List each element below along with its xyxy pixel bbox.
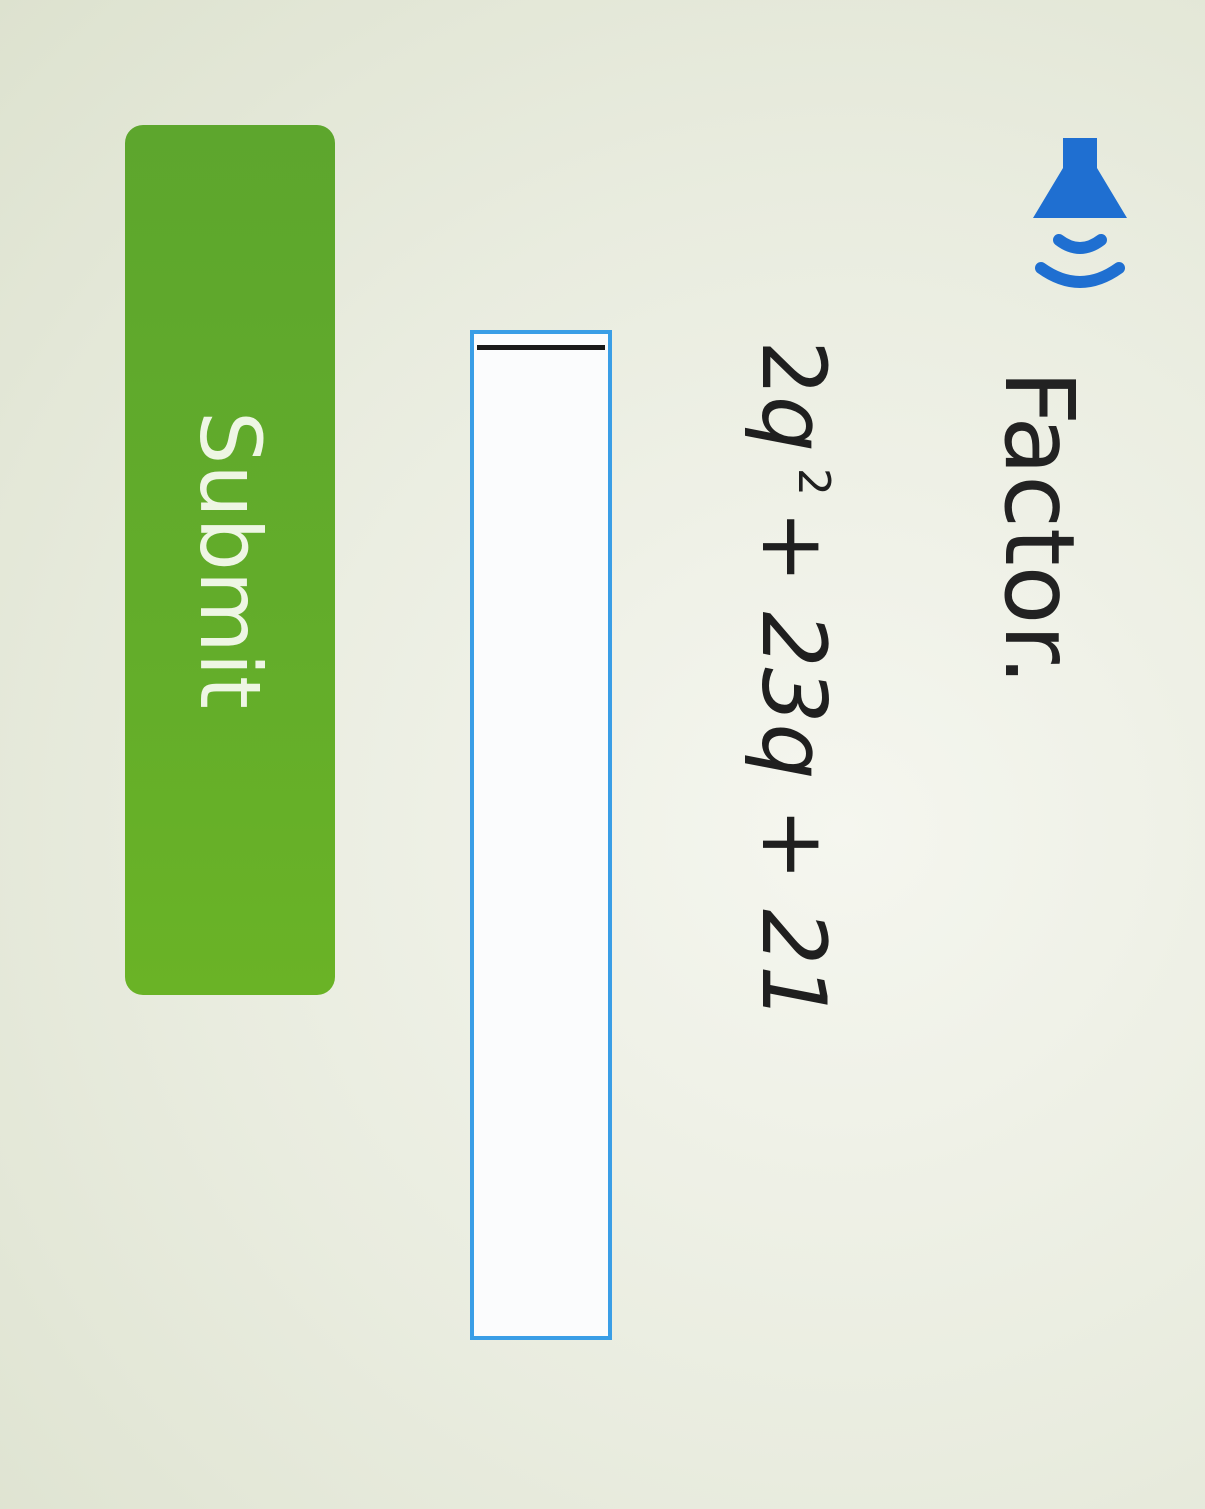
math-expression: 2q2+ 23q + 21 <box>742 340 845 1021</box>
expression-coefficient: 2 <box>742 340 845 396</box>
submit-button[interactable]: Submit <box>125 125 335 995</box>
expression-rest: + 23q + 21 <box>742 509 845 1022</box>
expression-exponent: 2 <box>788 467 839 496</box>
expression-variable: q <box>742 396 845 452</box>
answer-input[interactable] <box>470 330 612 1340</box>
instruction-text: Factor. <box>983 370 1095 686</box>
question-panel: Factor. 2q2+ 23q + 21 Submit <box>0 0 1205 1509</box>
speaker-icon[interactable] <box>1025 128 1135 318</box>
